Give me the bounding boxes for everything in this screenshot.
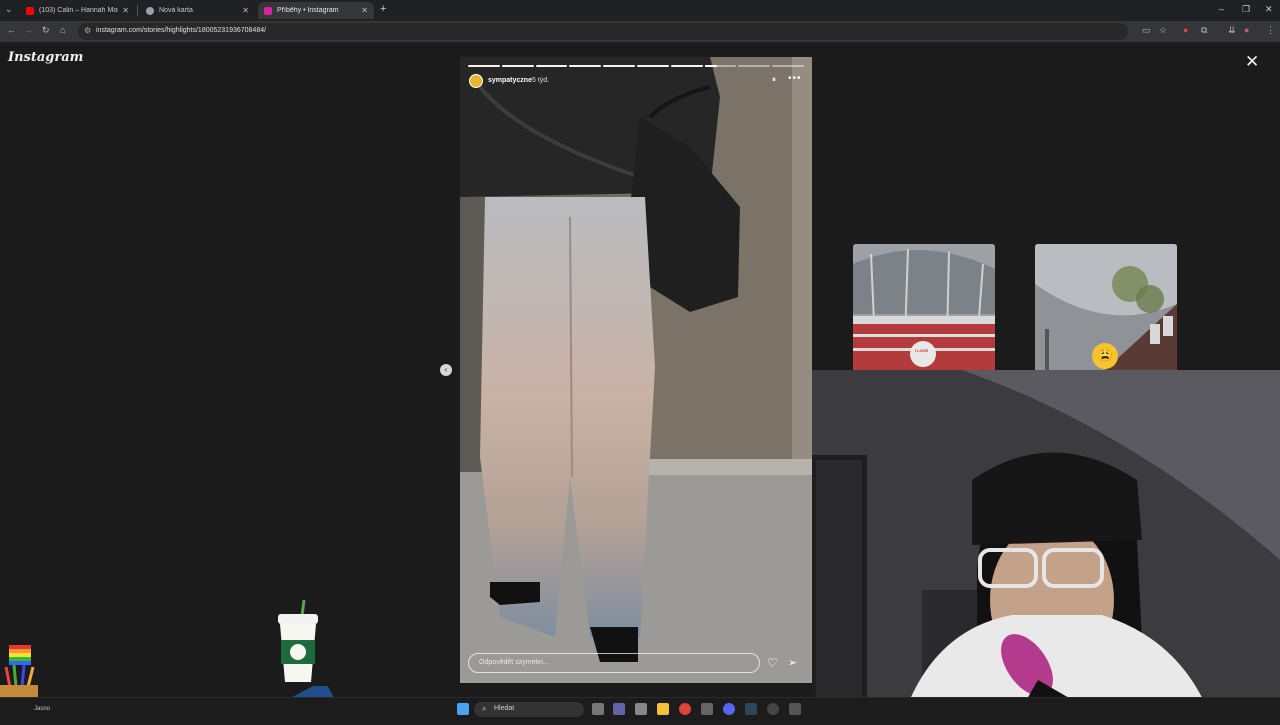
story-progress-segment xyxy=(704,65,737,67)
story-timestamp: 5 týd. xyxy=(532,77,550,84)
close-stories-button[interactable]: ✕ xyxy=(1245,52,1259,72)
story-progress-fill xyxy=(704,65,718,67)
story-viewer[interactable]: sympatyczne 5 týd. ⏸ ••• Odpovědět szyme… xyxy=(460,57,812,683)
extensions-puzzle-icon[interactable]: ⧉ xyxy=(1201,25,1207,36)
tab-close-icon[interactable]: ✕ xyxy=(122,6,129,15)
youtube-icon xyxy=(26,6,34,15)
webcam-feed xyxy=(812,370,1280,720)
home-icon[interactable]: ⌂ xyxy=(60,25,65,35)
reply-placeholder: Odpovědět szymekri... xyxy=(479,659,549,666)
story-progress-segment xyxy=(468,65,500,67)
file-explorer-icon[interactable] xyxy=(657,703,669,715)
obs-icon[interactable] xyxy=(767,703,779,715)
browser-menu-icon[interactable]: ⋮ xyxy=(1266,25,1275,36)
story-username[interactable]: sympatyczne xyxy=(488,77,532,84)
instagram-logo[interactable]: Instagram xyxy=(8,50,83,65)
story-progress-segment xyxy=(670,65,703,67)
minimize-icon[interactable]: – xyxy=(1219,4,1224,14)
sticker-emoji: 😩 xyxy=(1097,347,1114,362)
tab-youtube[interactable]: (103) Calin – Hannah Montana ✕ xyxy=(20,2,135,19)
reload-icon[interactable]: ↻ xyxy=(42,25,50,36)
story-progress-segment xyxy=(603,65,635,67)
next-story-thumbnail[interactable]: I LOVE xyxy=(853,244,995,370)
tab-bar: ⌄ (103) Calin – Hannah Montana ✕ Nová ka… xyxy=(0,0,1280,21)
pencil-cup-sticker xyxy=(0,645,40,697)
sticker-badge xyxy=(910,341,936,367)
steam-icon[interactable] xyxy=(745,703,757,715)
search-placeholder: Hledat xyxy=(494,705,515,712)
coffee-cup-sticker xyxy=(274,599,322,684)
url-text: instagram.com/stories/highlights/1800523… xyxy=(96,27,267,34)
navigation-bar: ← → ↻ ⌂ ⚙ instagram.com/stories/highligh… xyxy=(0,21,1280,42)
story-user-avatar[interactable] xyxy=(469,74,483,88)
tab-close-icon[interactable]: ✕ xyxy=(361,6,368,15)
previous-story-button[interactable]: ‹ xyxy=(440,364,452,376)
window-close-icon[interactable]: ✕ xyxy=(1265,4,1273,15)
tab-close-icon[interactable]: ✕ xyxy=(242,6,249,15)
like-heart-icon[interactable]: ♡ xyxy=(767,656,778,670)
address-bar[interactable]: ⚙ instagram.com/stories/highlights/18005… xyxy=(78,23,1128,40)
discord-icon[interactable] xyxy=(723,703,735,715)
teams-icon[interactable] xyxy=(613,703,625,715)
pause-icon[interactable]: ⏸ xyxy=(772,75,776,85)
task-view-icon[interactable] xyxy=(592,703,604,715)
site-info-icon[interactable]: ⚙ xyxy=(84,26,91,35)
profile-avatar[interactable]: ● xyxy=(1244,25,1249,35)
extension-icon[interactable]: ● xyxy=(1183,25,1188,35)
tab-search-icon[interactable]: ⌄ xyxy=(5,4,13,15)
instagram-icon xyxy=(264,6,272,15)
weather-widget[interactable]: Jasno xyxy=(34,706,50,712)
globe-icon xyxy=(146,6,154,15)
reply-input[interactable]: Odpovědět szymekri... xyxy=(468,653,760,673)
chrome-icon[interactable] xyxy=(679,703,691,715)
tab-new-tab[interactable]: Nová karta ✕ xyxy=(140,2,255,19)
more-options-icon[interactable]: ••• xyxy=(788,73,802,84)
send-icon[interactable]: ➢ xyxy=(788,656,797,669)
downloads-icon[interactable]: ⇊ xyxy=(1228,25,1236,36)
story-photo xyxy=(460,57,812,683)
story-progress-segment xyxy=(569,65,602,67)
cast-icon[interactable]: ▭ xyxy=(1142,25,1151,36)
restore-icon[interactable]: ❐ xyxy=(1242,4,1250,15)
sticker-text: I LOVE xyxy=(915,348,929,353)
app-icon[interactable] xyxy=(789,703,801,715)
story-progress-segment xyxy=(501,65,534,67)
new-tab-button[interactable]: + xyxy=(380,3,386,15)
next-story-thumbnail[interactable]: 😩 xyxy=(1035,244,1177,370)
widgets-icon[interactable] xyxy=(635,703,647,715)
story-progress-segment xyxy=(535,65,568,67)
tab-label: Příběhy • Instagram xyxy=(277,7,339,14)
tab-instagram[interactable]: Příběhy • Instagram ✕ xyxy=(258,2,374,19)
story-progress-segment xyxy=(772,65,804,67)
tab-label: Nová karta xyxy=(159,7,193,14)
tab-separator xyxy=(137,5,138,16)
taskbar-search-box[interactable]: ⌕ Hledat xyxy=(474,702,584,717)
forward-icon[interactable]: → xyxy=(24,25,33,35)
story-progress-segment xyxy=(637,65,669,67)
story-progress-segment xyxy=(738,65,771,67)
tab-label: (103) Calin – Hannah Montana xyxy=(39,7,118,14)
search-icon: ⌕ xyxy=(482,704,487,713)
webcam-overlay xyxy=(812,370,1280,720)
windows-taskbar: Jasno ⌕ Hledat xyxy=(0,697,1280,720)
app-icon[interactable] xyxy=(701,703,713,715)
start-button-icon[interactable] xyxy=(457,703,469,715)
back-icon[interactable]: ← xyxy=(7,25,16,35)
bookmark-star-icon[interactable]: ☆ xyxy=(1159,25,1167,36)
